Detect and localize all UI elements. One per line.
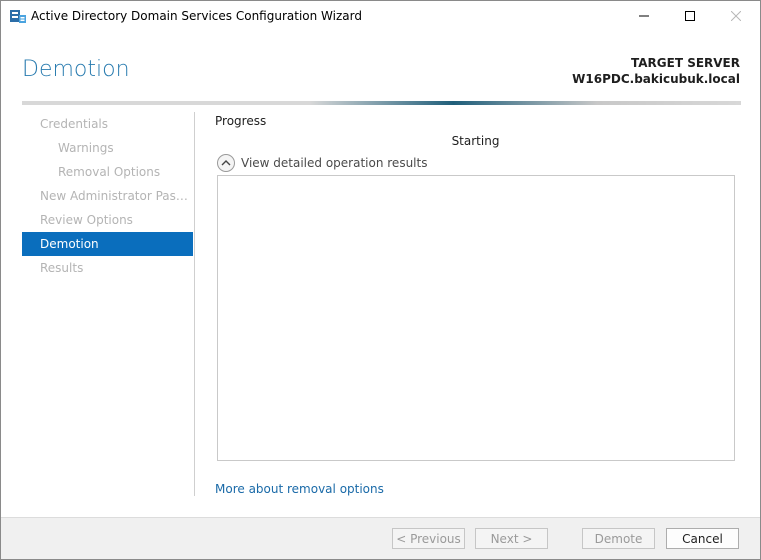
maximize-icon (685, 11, 695, 21)
target-server-label: TARGET SERVER (631, 56, 740, 70)
chevron-up-icon[interactable] (217, 154, 235, 172)
maximize-button[interactable] (667, 1, 713, 31)
expander-label[interactable]: View detailed operation results (241, 156, 427, 170)
nav-item-new-admin-password[interactable]: New Administrator Passw... (22, 184, 193, 208)
page-title: Demotion (22, 57, 130, 82)
nav-item-removal-options[interactable]: Removal Options (22, 160, 193, 184)
more-about-removal-link[interactable]: More about removal options (215, 482, 384, 496)
previous-button[interactable]: < Previous (392, 528, 465, 549)
minimize-button[interactable] (621, 1, 667, 31)
progress-status: Starting (451, 134, 500, 148)
detailed-results-expander[interactable]: View detailed operation results (217, 153, 427, 173)
close-icon (731, 11, 741, 21)
minimize-icon (639, 15, 649, 17)
nav-separator (194, 112, 195, 496)
close-button[interactable] (713, 1, 759, 31)
operation-results-panel[interactable] (217, 175, 735, 461)
ad-ds-app-icon (9, 7, 27, 25)
demote-button[interactable]: Demote (582, 528, 655, 549)
wizard-window: Active Directory Domain Services Configu… (0, 0, 761, 560)
window-title: Active Directory Domain Services Configu… (31, 9, 362, 23)
progress-label: Progress (215, 114, 267, 128)
nav-item-credentials[interactable]: Credentials (22, 112, 193, 136)
nav-item-warnings[interactable]: Warnings (22, 136, 193, 160)
nav-item-review-options[interactable]: Review Options (22, 208, 193, 232)
wizard-nav: Credentials Warnings Removal Options New… (22, 112, 193, 280)
next-button[interactable]: Next > (475, 528, 548, 549)
wizard-footer: < Previous Next > Demote Cancel (1, 517, 760, 559)
target-server-info: TARGET SERVER W16PDC.bakicubuk.local (572, 55, 740, 87)
nav-item-results[interactable]: Results (22, 256, 193, 280)
cancel-button[interactable]: Cancel (666, 528, 739, 549)
nav-item-demotion[interactable]: Demotion (22, 232, 193, 256)
header-divider (22, 101, 741, 105)
title-bar[interactable]: Active Directory Domain Services Configu… (1, 1, 760, 31)
target-server-name: W16PDC.bakicubuk.local (572, 72, 740, 86)
